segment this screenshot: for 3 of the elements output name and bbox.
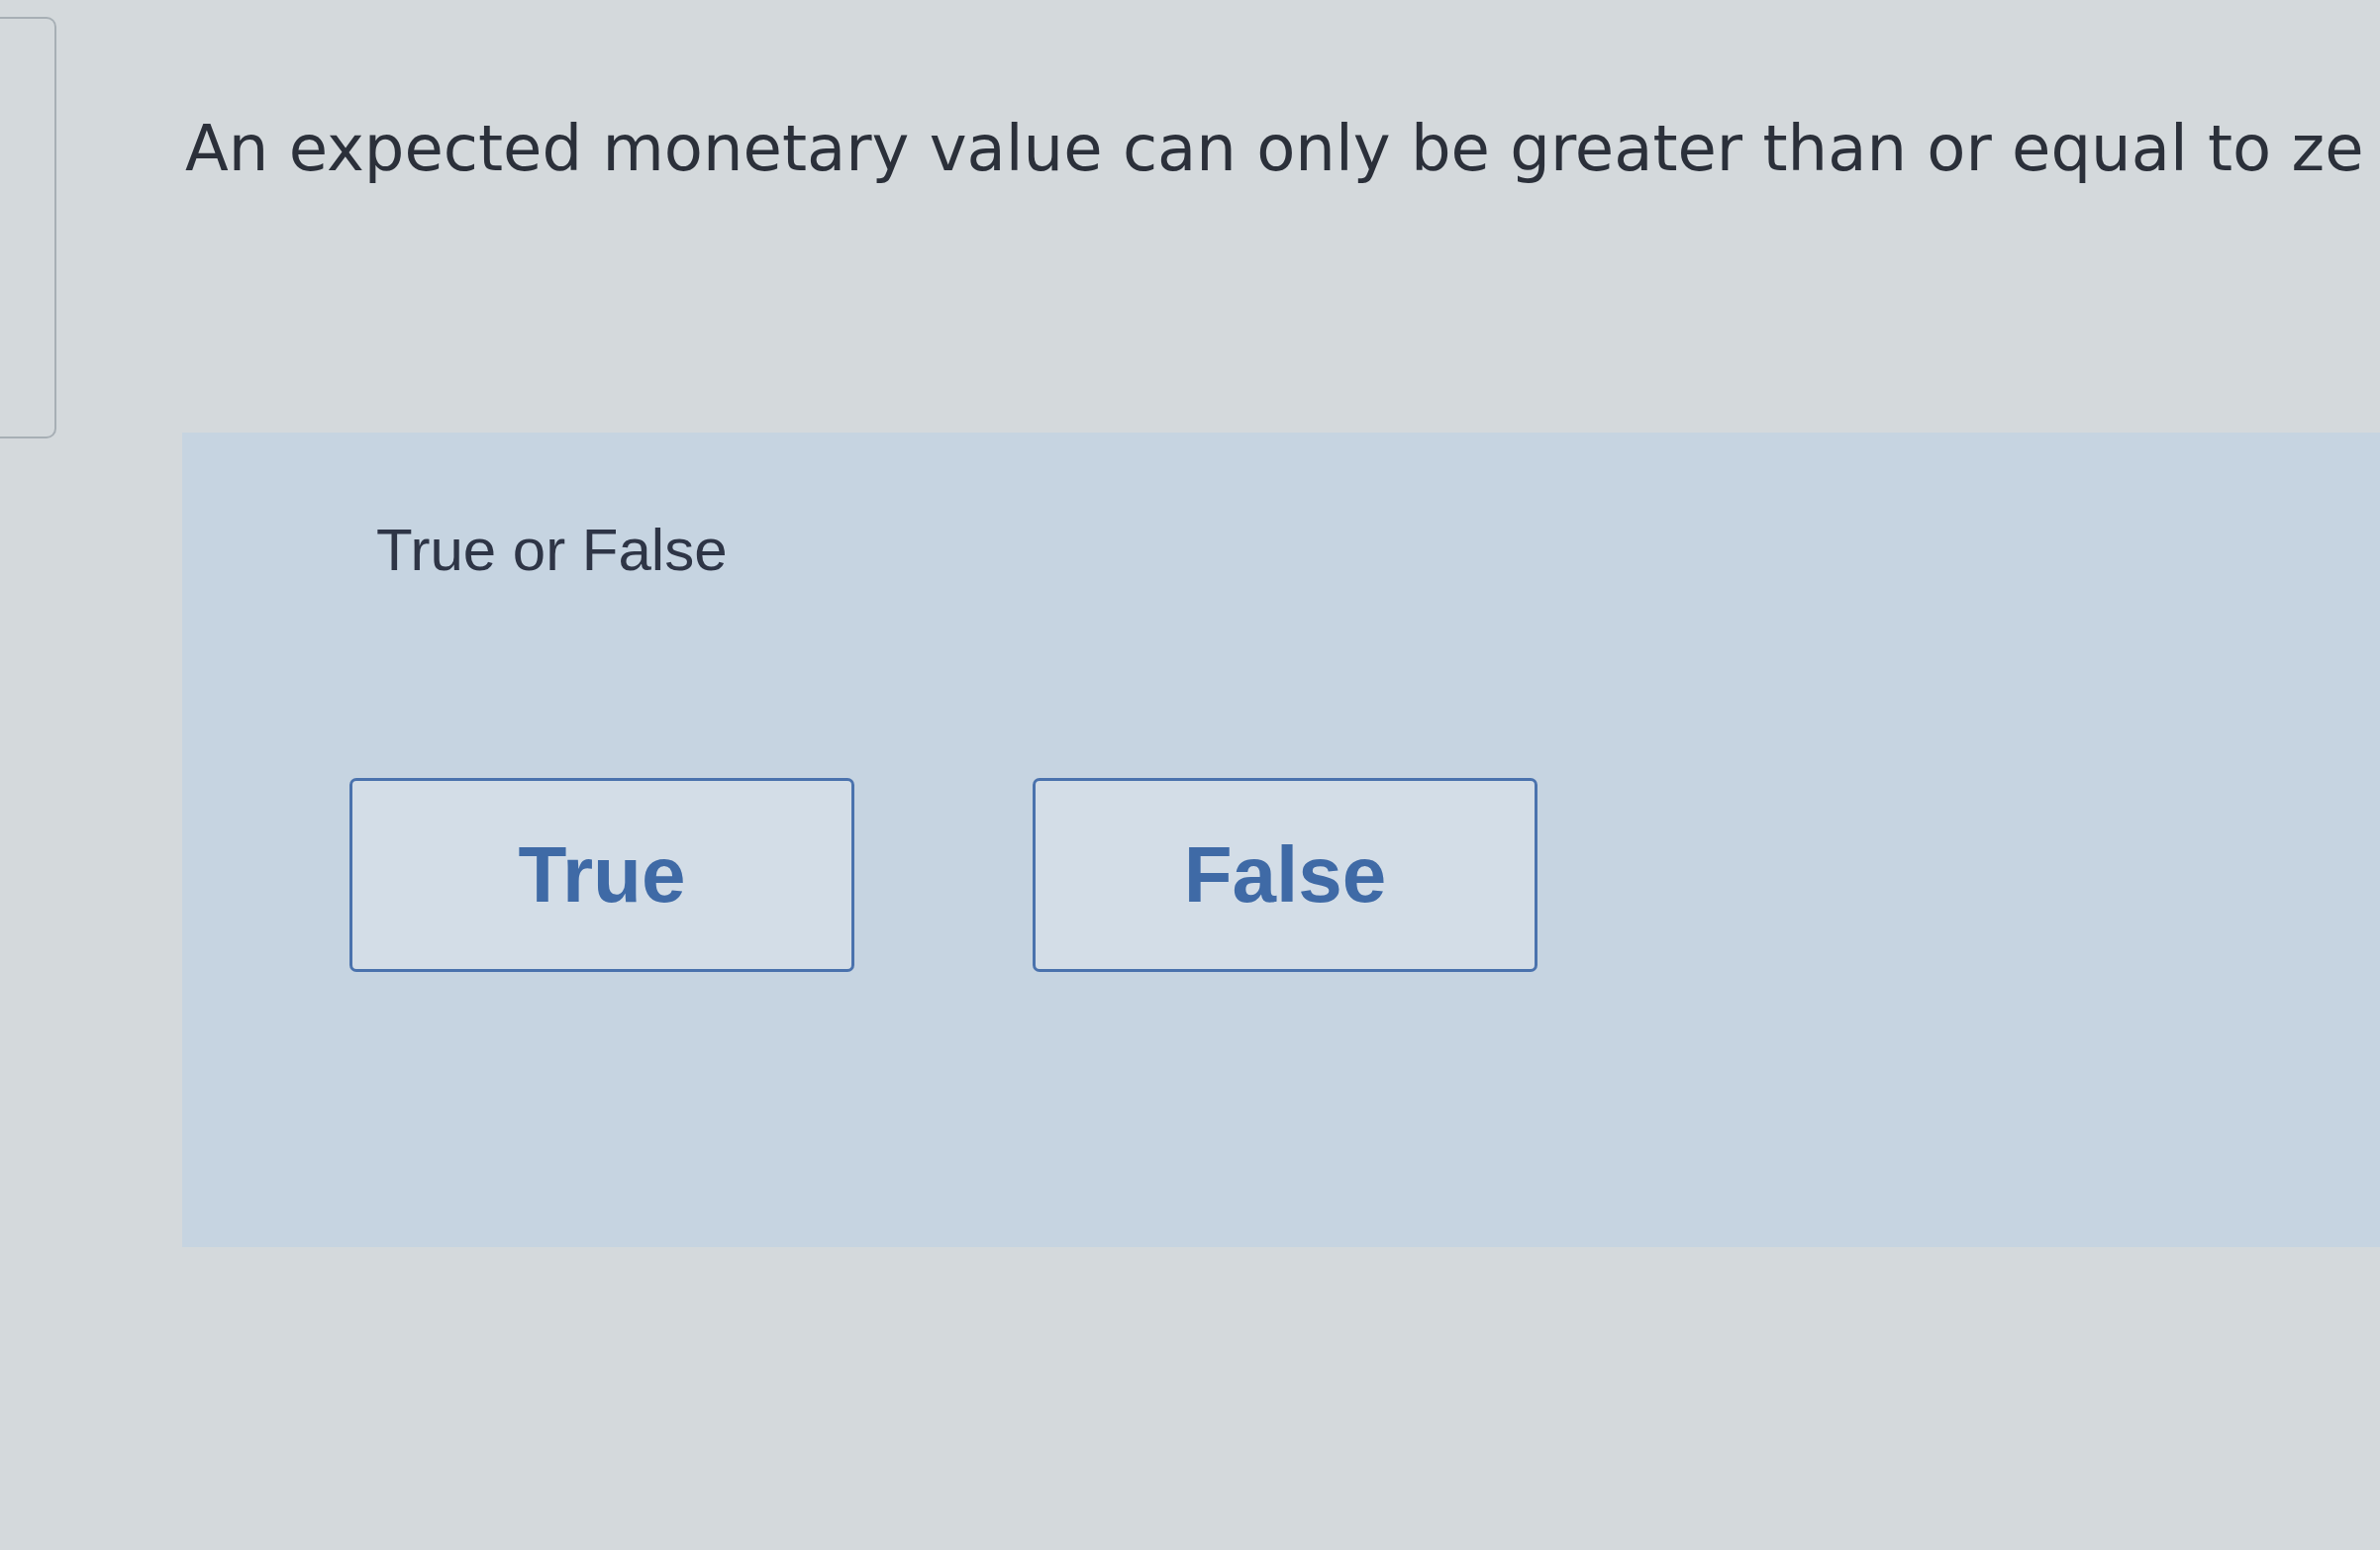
prompt-text: True or False bbox=[376, 521, 728, 580]
answer-option-button[interactable]: True bbox=[349, 778, 854, 972]
answer-option-button[interactable]: False bbox=[1033, 778, 1537, 972]
